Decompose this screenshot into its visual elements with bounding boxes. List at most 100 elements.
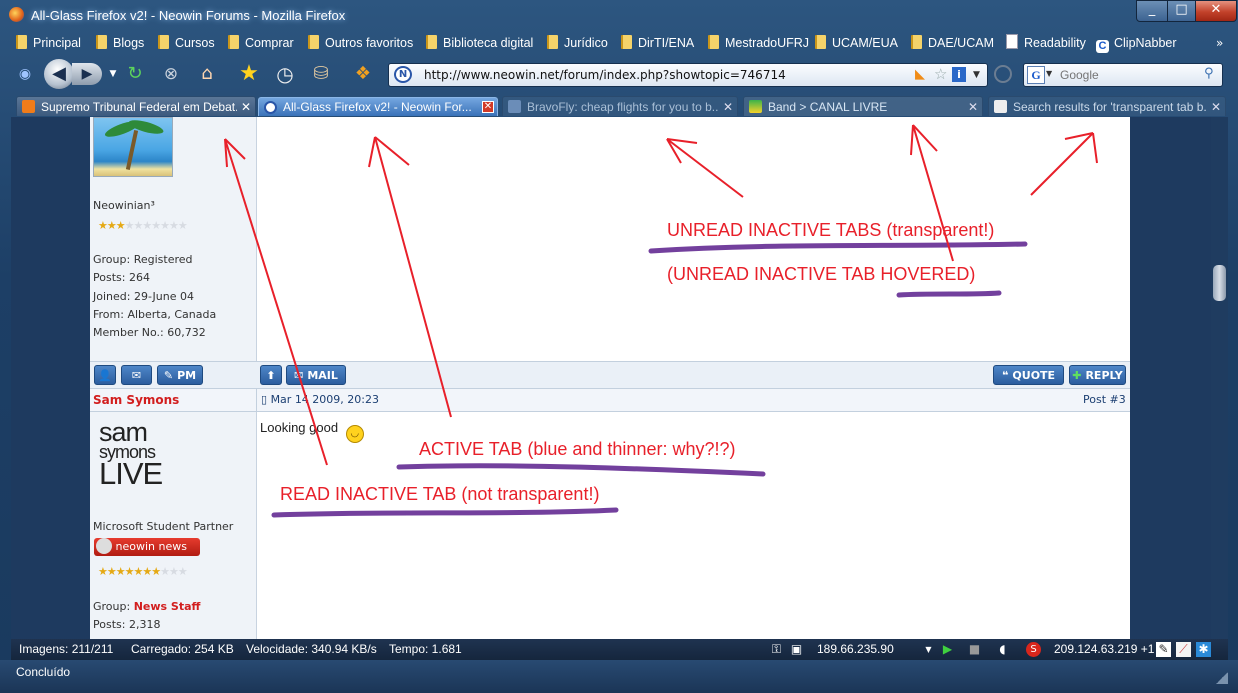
firebug-icon[interactable]: ✱ <box>1196 642 1211 657</box>
status-text: Concluído <box>16 665 71 679</box>
engine-dropdown-icon[interactable]: ▼ <box>1046 69 1052 78</box>
arrow-search <box>1030 132 1094 196</box>
vertical-scrollbar[interactable] <box>1211 117 1228 639</box>
home-icon[interactable]: ⌂ <box>194 61 220 87</box>
bookmark-dae-ucam[interactable]: DAE/UCAM <box>911 33 994 55</box>
neowin-icon <box>264 101 277 114</box>
tab-close-icon[interactable]: ✕ <box>240 101 252 113</box>
bookmarks-star-icon[interactable]: ★ <box>236 61 262 87</box>
folder-icon <box>228 35 239 49</box>
tab-close-icon[interactable]: ✕ <box>967 101 979 113</box>
bookmark-blogs[interactable]: Blogs <box>96 33 144 55</box>
close-window-button[interactable]: ✕ <box>1195 0 1237 22</box>
globe-icon[interactable]: ◉ <box>12 61 38 87</box>
play-icon[interactable]: ▶ <box>940 642 955 657</box>
tab-strip: Supremo Tribunal Federal em Debat... ✕ A… <box>0 95 1238 117</box>
back-button[interactable]: ◀ <box>44 59 74 89</box>
folder-icon <box>426 35 437 49</box>
search-input[interactable] <box>1060 64 1200 86</box>
tab-search-results[interactable]: Search results for 'transparent tab b...… <box>988 96 1226 116</box>
rss-icon[interactable]: ◣ <box>915 67 925 82</box>
chart-addon-icon[interactable]: ⟋ <box>1176 642 1191 657</box>
tab-close-icon[interactable]: ✕ <box>482 101 494 113</box>
reload-icon[interactable]: ↻ <box>122 61 148 87</box>
annotation-unread: UNREAD INACTIVE TABS (transparent!) <box>667 220 995 240</box>
stop-media-icon[interactable]: ■ <box>967 642 982 657</box>
folder-icon <box>547 35 558 49</box>
bookmark-ucam-eua[interactable]: UCAM/EUA <box>815 33 898 55</box>
ip-address-remote: 209.124.63.219 +1 <box>1054 642 1155 656</box>
navigation-toolbar: ◉ ◀ ▶ ▼ ↻ ⊗ ⌂ ★ ◷ ⛁ ❖ N ◣ ☆ i ▼ G ▼ ⚲ <box>0 58 1238 92</box>
underline-active <box>396 463 766 477</box>
bookmark-clipnabber[interactable]: C ClipNabber <box>1096 33 1177 55</box>
resize-grip[interactable] <box>1216 672 1228 684</box>
bookmark-outros-favoritos[interactable]: Outros favoritos <box>308 33 413 55</box>
url-dropdown-icon[interactable]: ▼ <box>973 64 980 86</box>
annotation-read: READ INACTIVE TAB (not transparent!) <box>280 484 600 504</box>
scrollbar-thumb[interactable] <box>1213 265 1226 301</box>
url-input[interactable] <box>424 64 894 86</box>
images-count: Imagens: 211/211 <box>19 642 114 656</box>
maximize-button[interactable]: □ <box>1167 0 1196 22</box>
annotation-unread-hovered: (UNREAD INACTIVE TAB HOVERED) <box>667 264 976 284</box>
search-icon[interactable]: ⚲ <box>1204 66 1214 81</box>
underline-unread <box>648 241 1028 254</box>
folder-icon <box>16 35 27 49</box>
tab-close-icon[interactable]: ✕ <box>1210 101 1222 113</box>
neowin-site-icon: N <box>394 66 412 83</box>
minimize-button[interactable]: _ <box>1136 0 1168 22</box>
blogger-icon <box>22 100 35 113</box>
firefox-icon[interactable] <box>9 7 24 22</box>
folder-icon <box>621 35 632 49</box>
tab-bravofly[interactable]: BravoFly: cheap flights for you to b... … <box>502 96 738 116</box>
browser-window: All-Glass Firefox v2! - Neowin Forums - … <box>0 0 1238 693</box>
bravofly-icon <box>508 100 521 113</box>
tab-all-glass-firefox[interactable]: All-Glass Firefox v2! - Neowin For... ✕ <box>258 97 498 116</box>
google-search-engine-icon[interactable]: G <box>1027 66 1045 84</box>
key-icon[interactable]: ⚿ <box>769 642 784 657</box>
tab-band-canal-livre[interactable]: Band > CANAL LIVRE ✕ <box>743 96 983 116</box>
forward-button[interactable]: ▶ <box>72 63 102 85</box>
title-bar: All-Glass Firefox v2! - Neowin Forums - … <box>0 0 1238 30</box>
bookmarks-toolbar: Principal Blogs Cursos Comprar Outros fa… <box>12 33 1228 55</box>
stop-icon[interactable]: ⊗ <box>158 61 184 87</box>
bookmark-comprar[interactable]: Comprar <box>228 33 294 55</box>
folder-icon <box>96 35 107 49</box>
bookmark-page-star-icon[interactable]: ☆ <box>934 65 947 83</box>
volume-icon[interactable]: ◖ <box>995 642 1010 657</box>
clock-icon[interactable]: ◷ <box>272 61 298 87</box>
annotation-active: ACTIVE TAB (blue and thinner: why?!?) <box>419 439 736 459</box>
info-icon[interactable]: i <box>952 67 966 82</box>
dropdown-icon[interactable]: ▼ <box>921 642 936 657</box>
sync-icon[interactable]: ▣ <box>789 642 804 657</box>
tab-close-icon[interactable]: ✕ <box>722 101 734 113</box>
load-time: Tempo: 1.681 <box>389 642 462 656</box>
search-bar[interactable]: G ▼ ⚲ <box>1023 63 1223 87</box>
page-icon <box>994 100 1007 113</box>
bookmark-principal[interactable]: Principal <box>16 33 81 55</box>
download-speed: Velocidade: 340.94 KB/s <box>246 642 377 656</box>
underline-hovered <box>896 290 1002 298</box>
window-title: All-Glass Firefox v2! - Neowin Forums - … <box>31 8 346 23</box>
throbber-icon <box>994 65 1012 83</box>
downloads-icon[interactable]: ⛁ <box>308 61 334 87</box>
bookmark-readability[interactable]: Readability <box>1006 33 1086 55</box>
bookmark-cursos[interactable]: Cursos <box>158 33 215 55</box>
ip-address-local: 189.66.235.90 <box>817 642 894 656</box>
underline-read <box>271 507 619 518</box>
folder-icon <box>911 35 922 49</box>
folder-icon <box>158 35 169 49</box>
bookmarks-overflow-button[interactable]: » <box>1216 33 1223 54</box>
bookmark-biblioteca-digital[interactable]: Biblioteca digital <box>426 33 533 55</box>
band-icon <box>749 100 762 113</box>
bookmark-mestradoufrj[interactable]: MestradoUFRJ <box>708 33 809 55</box>
tab-supremo[interactable]: Supremo Tribunal Federal em Debat... ✕ <box>16 96 256 116</box>
notes-icon[interactable]: ✎ <box>1156 642 1171 657</box>
addons-icon[interactable]: ❖ <box>350 61 376 87</box>
s-addon-icon[interactable]: S <box>1026 642 1041 657</box>
bookmark-juridico[interactable]: Jurídico <box>547 33 608 55</box>
loaded-size: Carregado: 254 KB <box>131 642 234 656</box>
bookmark-dirti-ena[interactable]: DirTI/ENA <box>621 33 694 55</box>
url-bar[interactable]: N ◣ ☆ i ▼ <box>388 63 988 87</box>
arrow-active <box>374 136 452 418</box>
